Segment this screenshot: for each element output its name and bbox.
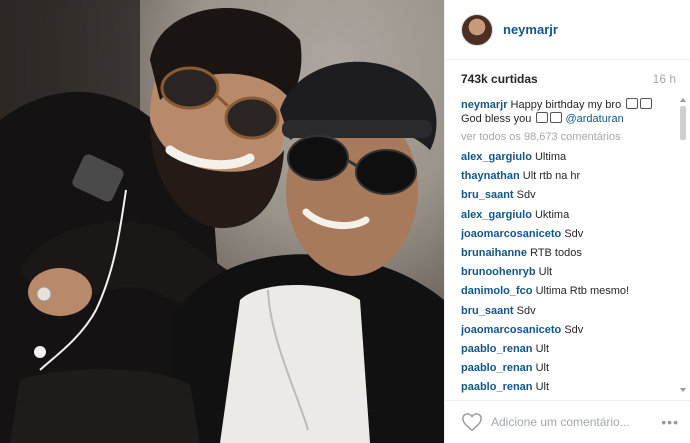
comment-text: Ultima Rtb mesmo! (535, 285, 630, 298)
comment-text: Uktima (534, 208, 570, 221)
comment-username-link[interactable]: bru_saant (461, 189, 514, 201)
comment-text: Sdv (564, 323, 584, 336)
comment-row: brunaihanne RTB todos (461, 246, 673, 265)
victory-hand-emoji-icon (536, 112, 549, 123)
comment-text: Ult (535, 381, 550, 394)
comment-row: brunoohenryb Ult (461, 265, 673, 284)
comment-row: paablo_renan Ult (461, 380, 673, 394)
comment-username-link[interactable]: danimolo_fco (461, 285, 533, 297)
heart-icon[interactable] (461, 412, 483, 432)
post-photo[interactable] (0, 0, 444, 443)
comment-username-link[interactable]: alex_gargiulo (461, 209, 532, 221)
comment-username-link[interactable]: alex_gargiulo (461, 151, 532, 163)
comment-text: Ult rtb na hr (522, 170, 581, 183)
comment-username-link[interactable]: joaomarcosaniceto (461, 228, 561, 240)
comment-username-link[interactable]: thaynathan (461, 170, 520, 182)
comment-text: Ult (535, 362, 550, 375)
comment-text: RTB todos (530, 246, 582, 259)
comment-row: bru_saant Sdv (461, 188, 673, 207)
keyboard-emoji-icon (550, 112, 563, 123)
scroll-up-icon[interactable] (680, 98, 686, 102)
comment-username-link[interactable]: paablo_renan (461, 343, 533, 355)
comment-username-link[interactable]: brunoohenryb (461, 266, 536, 278)
post-details-panel: neymarjr 743k curtidas 16 h neymarjr Hap… (444, 0, 690, 443)
post-footer: Adicione um comentário... ••• (445, 400, 690, 443)
comment-username-link[interactable]: paablo_renan (461, 381, 533, 393)
comment-rows: alex_gargiulo Ultima thaynathan Ult rtb n… (461, 150, 673, 394)
header-username-link[interactable]: neymarjr (503, 22, 558, 37)
comment-text: Ultima (534, 151, 567, 163)
post-header: neymarjr (445, 0, 690, 60)
comment-text: Sdv (516, 304, 536, 317)
likes-count[interactable]: 743k curtidas (461, 72, 538, 86)
comment-row: bru_saant Sdv (461, 304, 673, 323)
view-all-comments-link[interactable]: ver todos os 98,673 comentários (461, 130, 673, 144)
post-timestamp: 16 h (652, 72, 676, 86)
comment-row: joaomarcosaniceto Sdv (461, 227, 673, 246)
avatar[interactable] (461, 13, 493, 46)
caption-text-line2: God bless you (461, 113, 532, 125)
comment-row: paablo_renan Ult (461, 361, 673, 380)
caption-text: Happy birthday my bro (510, 99, 622, 111)
comments-scrollbar[interactable] (680, 106, 686, 140)
chat-bubble-emoji-icon (626, 98, 639, 109)
caption-username-link[interactable]: neymarjr (461, 99, 507, 111)
comment-username-link[interactable]: paablo_renan (461, 362, 533, 374)
photo-illustration (0, 0, 444, 443)
keyboard-emoji-icon (640, 98, 653, 109)
comment-row: paablo_renan Ult (461, 342, 673, 361)
comment-row: joaomarcosaniceto Sdv (461, 323, 673, 342)
mention-link[interactable]: @ardaturan (565, 113, 623, 125)
comment-username-link[interactable]: bru_saant (461, 305, 514, 317)
more-options-icon[interactable]: ••• (661, 414, 679, 430)
caption: neymarjr Happy birthday my bro God bless… (461, 98, 673, 126)
comment-row: thaynathan Ult rtb na hr (461, 169, 673, 188)
comment-row: danimolo_fco Ultima Rtb mesmo! (461, 284, 673, 303)
comment-row: alex_gargiulo Uktima (461, 208, 673, 227)
comment-text: Sdv (516, 189, 536, 202)
comment-text: Ult (538, 266, 553, 279)
comment-username-link[interactable]: brunaihanne (461, 247, 527, 259)
comment-username-link[interactable]: joaomarcosaniceto (461, 324, 561, 336)
comment-row: alex_gargiulo Ultima (461, 150, 673, 169)
post-stats: 743k curtidas 16 h (461, 72, 676, 86)
add-comment-input[interactable]: Adicione um comentário... (491, 415, 661, 429)
scroll-down-icon[interactable] (680, 388, 686, 392)
comments-list[interactable]: neymarjr Happy birthday my bro God bless… (461, 98, 673, 394)
comment-text: Sdv (564, 227, 584, 240)
instagram-post: neymarjr 743k curtidas 16 h neymarjr Hap… (0, 0, 690, 443)
comment-text: Ult (535, 342, 550, 355)
